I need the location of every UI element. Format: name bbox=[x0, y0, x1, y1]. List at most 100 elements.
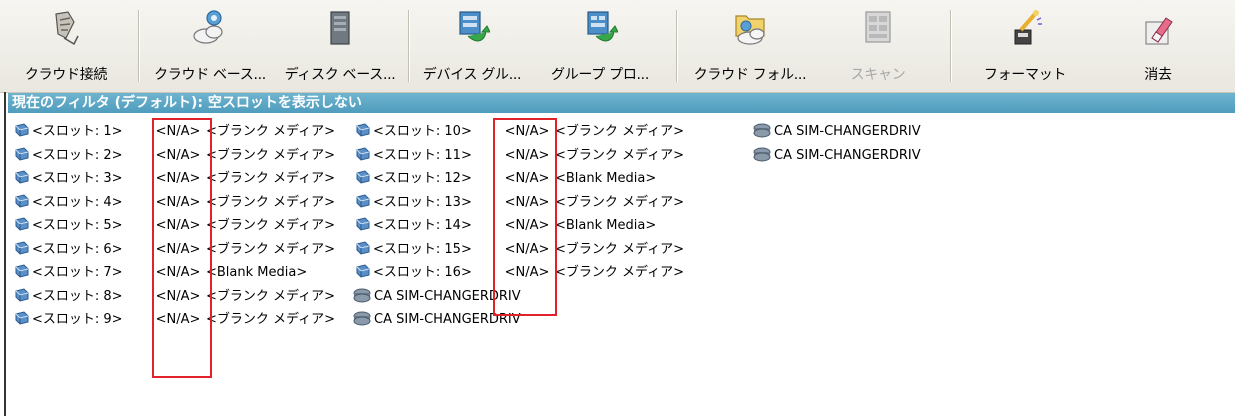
slot-number: <スロット: 15> bbox=[373, 241, 472, 257]
slot-number: <スロット: 1> bbox=[32, 124, 123, 139]
slot-media: <ブランク メディア> bbox=[206, 124, 336, 139]
slot-serial: <N/A> bbox=[155, 171, 201, 186]
cloud-connect-button[interactable]: クラウド接続 bbox=[8, 2, 124, 88]
device-group-icon bbox=[459, 11, 490, 42]
slot-row[interactable]: <スロット: 15> <N/A> <ブランク メディア> bbox=[355, 239, 684, 261]
slot-row[interactable]: <スロット: 11> <N/A> <ブランク メディア> bbox=[355, 145, 684, 167]
slot-row[interactable]: <スロット: 9> <N/A> <ブランク メディア> bbox=[14, 309, 335, 331]
scan-label: スキャン bbox=[850, 67, 906, 83]
scan-icon bbox=[865, 11, 891, 43]
slot-row[interactable]: <スロット: 16> <N/A> <ブランク メディア> bbox=[355, 262, 684, 284]
slot-row[interactable]: <スロット: 2> <N/A> <ブランク メディア> bbox=[14, 145, 335, 167]
slot-media: <ブランク メディア> bbox=[555, 124, 685, 139]
slot-serial: <N/A> bbox=[155, 312, 201, 327]
slot-serial: <N/A> bbox=[155, 194, 201, 210]
tape-slot-icon bbox=[355, 193, 371, 209]
tape-slot-icon bbox=[355, 263, 371, 279]
slot-serial: <N/A> bbox=[155, 265, 201, 280]
scan-button[interactable]: スキャン bbox=[822, 2, 934, 88]
tape-slot-icon bbox=[355, 122, 371, 138]
cloud-base-icon bbox=[193, 10, 223, 44]
slot-number: <スロット: 9> bbox=[32, 312, 123, 327]
slot-number: <スロット: 12> bbox=[373, 171, 472, 186]
cloud-connect-label: クラウド接続 bbox=[24, 67, 108, 83]
slot-row[interactable]: <スロット: 7> <N/A> <Blank Media> bbox=[14, 262, 307, 284]
format-label: フォーマット bbox=[983, 67, 1067, 83]
slot-number: <スロット: 5> bbox=[32, 218, 123, 233]
device-group-button[interactable]: デバイス グル... bbox=[416, 2, 528, 88]
slot-media: <ブランク メディア> bbox=[206, 241, 336, 257]
tape-slot-icon bbox=[14, 169, 30, 185]
slot-number: <スロット: 11> bbox=[373, 147, 472, 163]
tape-slot-icon bbox=[14, 122, 30, 138]
tape-slot-icon bbox=[355, 216, 371, 232]
filter-header: 現在のフィルタ (デフォルト): 空スロットを表示しない bbox=[8, 93, 1235, 113]
slot-media: <ブランク メディア> bbox=[206, 218, 336, 233]
slot-row[interactable]: <スロット: 13> <N/A> <ブランク メディア> bbox=[355, 192, 684, 214]
tape-slot-icon bbox=[14, 263, 30, 279]
device-group-label: デバイス グル... bbox=[422, 67, 522, 83]
slot-row[interactable]: <スロット: 12> <N/A> <Blank Media> bbox=[355, 168, 656, 190]
slot-serial: <N/A> bbox=[155, 218, 201, 233]
slot-row[interactable]: <スロット: 8> <N/A> <ブランク メディア> bbox=[14, 286, 335, 308]
format-icon bbox=[1014, 10, 1042, 45]
toolbar-separator bbox=[138, 10, 140, 82]
group-properties-icon bbox=[587, 11, 618, 42]
tape-slot-icon bbox=[14, 287, 30, 303]
slot-serial: <N/A> bbox=[504, 171, 550, 186]
slot-media: <Blank Media> bbox=[555, 171, 657, 186]
slot-serial: <N/A> bbox=[155, 124, 201, 139]
slot-media: <ブランク メディア> bbox=[206, 147, 336, 163]
slot-media: <ブランク メディア> bbox=[206, 194, 336, 210]
toolbar-separator bbox=[676, 10, 678, 82]
group-properties-button[interactable]: グループ プロ... bbox=[540, 2, 660, 88]
format-button[interactable]: フォーマット bbox=[958, 2, 1092, 88]
slot-row[interactable]: <スロット: 5> <N/A> <ブランク メディア> bbox=[14, 215, 335, 237]
tape-drive-icon bbox=[752, 122, 772, 138]
slot-media: <ブランク メディア> bbox=[555, 147, 685, 163]
slot-serial: <N/A> bbox=[155, 147, 201, 163]
slot-row[interactable]: <スロット: 6> <N/A> <ブランク メディア> bbox=[14, 239, 335, 261]
slot-serial: <N/A> bbox=[504, 147, 550, 163]
slot-row[interactable]: <スロット: 14> <N/A> <Blank Media> bbox=[355, 215, 656, 237]
cloud-base-label: クラウド ベース... bbox=[154, 67, 266, 83]
slot-media: <ブランク メディア> bbox=[555, 241, 685, 257]
slot-number: <スロット: 8> bbox=[32, 288, 123, 304]
slot-media: <ブランク メディア> bbox=[555, 194, 685, 210]
slot-number: <スロット: 16> bbox=[373, 265, 472, 280]
drive-row[interactable]: CA SIM-CHANGERDRIV bbox=[752, 145, 921, 167]
cloud-connect-icon bbox=[55, 11, 79, 46]
toolbar-separator bbox=[950, 10, 952, 82]
drive-name: CA SIM-CHANGERDRIV bbox=[774, 124, 921, 139]
drive-name: CA SIM-CHANGERDRIV bbox=[374, 312, 521, 327]
slot-row[interactable]: <スロット: 3> <N/A> <ブランク メディア> bbox=[14, 168, 335, 190]
slot-row[interactable]: <スロット: 4> <N/A> <ブランク メディア> bbox=[14, 192, 335, 214]
slot-number: <スロット: 14> bbox=[373, 218, 472, 233]
slot-row[interactable]: <スロット: 10> <N/A> <ブランク メディア> bbox=[355, 121, 684, 143]
cloud-folder-button[interactable]: クラウド フォル... bbox=[684, 2, 816, 88]
slot-serial: <N/A> bbox=[504, 194, 550, 210]
tape-slot-icon bbox=[14, 146, 30, 162]
slot-number: <スロット: 2> bbox=[32, 147, 123, 163]
slot-number: <スロット: 4> bbox=[32, 194, 123, 210]
slot-serial: <N/A> bbox=[155, 288, 201, 304]
slot-row[interactable]: <スロット: 1> <N/A> <ブランク メディア> bbox=[14, 121, 335, 143]
erase-button[interactable]: 消去 bbox=[1094, 2, 1222, 88]
slot-serial: <N/A> bbox=[504, 265, 550, 280]
disk-base-button[interactable]: ディスク ベース... bbox=[276, 2, 404, 88]
drive-row[interactable]: CA SIM-CHANGERDRIV bbox=[352, 286, 521, 308]
erase-icon bbox=[1145, 17, 1173, 45]
slot-media: <ブランク メディア> bbox=[206, 312, 336, 327]
drive-row[interactable]: CA SIM-CHANGERDRIV bbox=[752, 121, 921, 143]
cloud-base-button[interactable]: クラウド ベース... bbox=[146, 2, 274, 88]
tape-slot-icon bbox=[355, 146, 371, 162]
slot-serial: <N/A> bbox=[504, 124, 550, 139]
slot-number: <スロット: 7> bbox=[32, 265, 123, 280]
drive-row[interactable]: CA SIM-CHANGERDRIV bbox=[352, 309, 521, 331]
drive-name: CA SIM-CHANGERDRIV bbox=[774, 147, 921, 163]
slot-serial: <N/A> bbox=[155, 241, 201, 257]
tape-slot-icon bbox=[14, 216, 30, 232]
drive-name: CA SIM-CHANGERDRIV bbox=[374, 288, 521, 304]
disk-base-icon bbox=[330, 11, 350, 45]
slot-number: <スロット: 6> bbox=[32, 241, 123, 257]
